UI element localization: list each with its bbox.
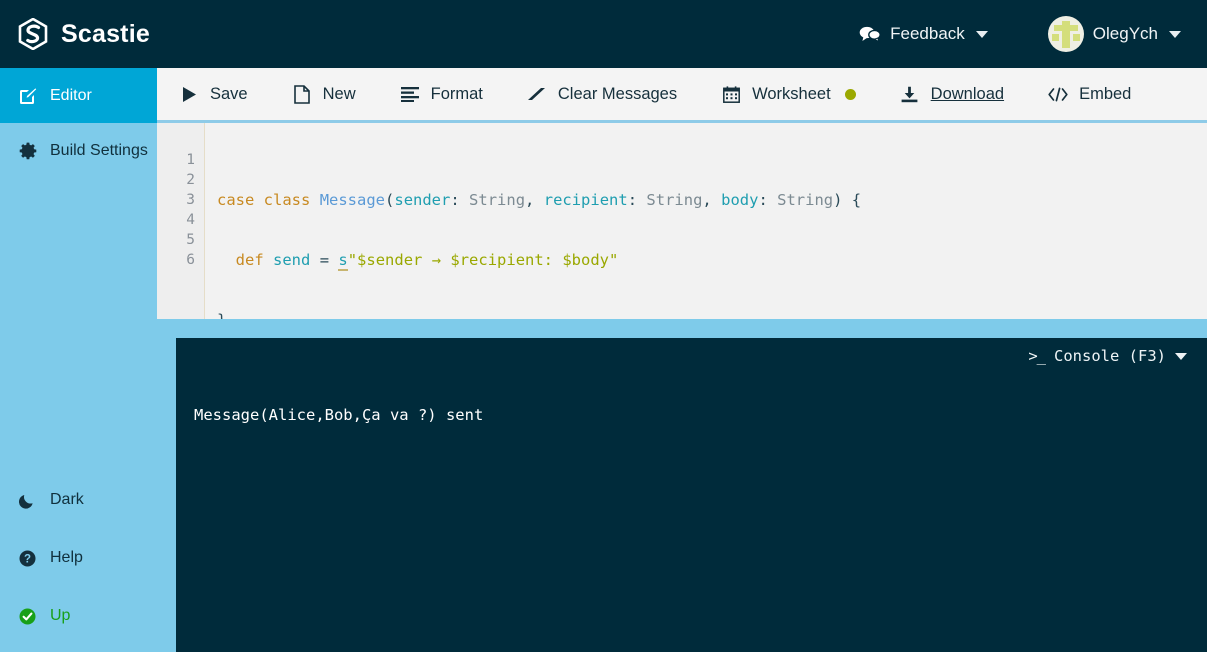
- main-panel: Save New Format Clear Messages Worksheet…: [157, 68, 1207, 652]
- embed-button[interactable]: Embed: [1046, 68, 1133, 120]
- calendar-icon: [721, 84, 741, 104]
- console-output: Message(Alice,Bob,Ça va ?) sent: [194, 406, 484, 424]
- line-number: 4: [186, 212, 195, 228]
- sidebar-item-dark[interactable]: Dark: [0, 471, 157, 529]
- line-number: 2: [186, 172, 195, 188]
- gear-icon: [18, 142, 37, 160]
- speech-bubbles-icon: [859, 25, 882, 43]
- worksheet-label: Worksheet: [752, 84, 831, 103]
- check-circle-icon: [18, 608, 37, 625]
- sidebar-item-label: Up: [50, 607, 71, 624]
- code-line-1: case class Message(sender: String, recip…: [217, 191, 862, 209]
- chevron-down-icon: [975, 30, 988, 38]
- sidebar-item-help[interactable]: ? Help: [0, 529, 157, 587]
- user-name: OlegYch: [1092, 24, 1158, 43]
- question-circle-icon: ?: [18, 550, 37, 567]
- brand[interactable]: Scastie: [18, 18, 150, 50]
- console-header[interactable]: >_ Console (F3): [176, 338, 1207, 374]
- moon-icon: [18, 492, 37, 509]
- scastie-hexagon-logo-svg: [18, 18, 48, 50]
- feedback-menu[interactable]: Feedback: [855, 18, 992, 50]
- clear-messages-label: Clear Messages: [557, 84, 678, 103]
- console-panel: >_ Console (F3) Message(Alice,Bob,Ça va …: [176, 338, 1207, 652]
- sidebar-item-editor[interactable]: Editor: [0, 68, 157, 123]
- worksheet-toggle[interactable]: Worksheet: [719, 68, 858, 120]
- chevron-down-icon: [1169, 30, 1181, 38]
- download-button[interactable]: Download: [898, 68, 1006, 120]
- console-title: Console (F3): [1054, 347, 1166, 365]
- download-icon: [900, 84, 920, 104]
- new-label: New: [322, 84, 356, 103]
- line-number: 3: [186, 192, 195, 208]
- chevron-down-icon: [1175, 352, 1187, 360]
- app-header: Scastie Feedback OlegYch: [0, 0, 1207, 68]
- sidebar-bottom-group: Dark ? Help Up: [0, 471, 157, 652]
- sidebar-item-status-up[interactable]: Up: [0, 587, 157, 645]
- body: Editor Build Settings Dark ? Help Up Sav…: [0, 68, 1207, 652]
- scastie-app: Scastie Feedback OlegYch Editor Build Se…: [0, 0, 1207, 652]
- sidebar: Editor Build Settings Dark ? Help Up: [0, 68, 157, 652]
- line-number: 6: [186, 252, 195, 268]
- feedback-label: Feedback: [890, 24, 965, 43]
- eraser-icon: [527, 84, 547, 104]
- sidebar-item-label: Dark: [50, 491, 84, 508]
- line-number: 1: [186, 152, 195, 168]
- scastie-hexagon-logo-icon: [18, 18, 48, 50]
- worksheet-status-dot: [844, 88, 856, 100]
- sidebar-item-label: Editor: [50, 86, 92, 104]
- download-label: Download: [930, 84, 1005, 103]
- sidebar-item-label: Build Settings: [50, 141, 148, 159]
- editor-toolbar: Save New Format Clear Messages Worksheet…: [157, 68, 1207, 123]
- format-lines-icon: [400, 84, 420, 104]
- avatar: [1047, 16, 1084, 52]
- line-number: 5: [186, 232, 195, 248]
- file-icon: [292, 84, 312, 104]
- save-button[interactable]: Save: [177, 68, 250, 120]
- user-menu[interactable]: OlegYch: [1044, 10, 1185, 58]
- code-editor[interactable]: 1 2 3 4 5 6 case class Message(sender: S…: [157, 123, 1207, 319]
- svg-text:?: ?: [24, 553, 31, 565]
- code-line-3: }: [217, 310, 1207, 319]
- embed-label: Embed: [1079, 84, 1132, 103]
- code-brackets-icon: [1048, 84, 1068, 104]
- format-label: Format: [430, 84, 483, 103]
- edit-pencil-square-icon: [18, 87, 37, 105]
- new-button[interactable]: New: [290, 68, 358, 120]
- sidebar-item-label: Help: [50, 549, 83, 566]
- sidebar-item-build-settings[interactable]: Build Settings: [0, 123, 157, 178]
- brand-name: Scastie: [61, 19, 150, 48]
- format-button[interactable]: Format: [398, 68, 485, 120]
- clear-messages-button[interactable]: Clear Messages: [525, 68, 679, 120]
- play-triangle-icon: [179, 84, 199, 104]
- save-label: Save: [210, 84, 248, 103]
- code-line-2: def send = s"$sender → $recipient: $body…: [235, 251, 619, 271]
- line-number-gutter: 1 2 3 4 5 6: [157, 123, 205, 319]
- editor-console-splitter[interactable]: [157, 319, 1207, 338]
- code-content[interactable]: case class Message(sender: String, recip…: [205, 123, 1207, 319]
- terminal-prompt-icon: >_: [1028, 347, 1046, 365]
